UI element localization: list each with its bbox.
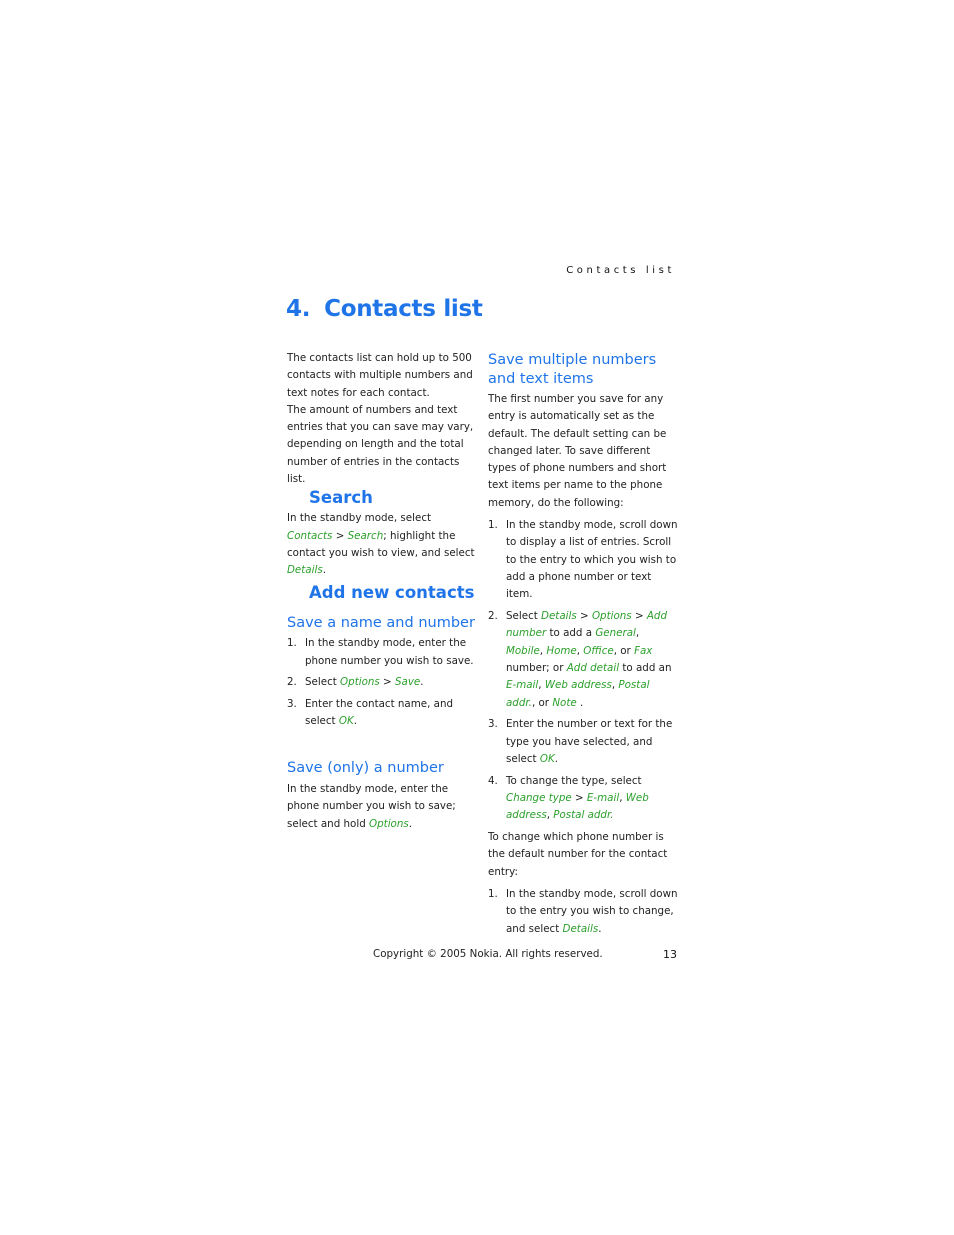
step-number: 1. [287,637,297,650]
step-number: 1. [488,519,498,532]
step: 2. Select Details > Options > Add number … [488,610,672,709]
step: 3. Enter the contact name, and select OK. [287,696,465,731]
step: 1. In the standby mode, scroll down to th… [488,886,678,938]
menu-details: Details [287,564,323,577]
step: 4. To change the type, select Change type… [488,774,649,822]
default-intro: To change which phone number is the defa… [488,831,668,878]
step-number: 3. [287,698,297,711]
menu-web-address: Web address [544,679,612,692]
step: 1. In the standby mode, scroll down to di… [488,517,678,603]
save-only-paragraph: In the standby mode, enter the phone num… [287,781,477,833]
step: 3. Enter the number or text for the type … [488,716,678,768]
chapter-number: 4. [286,296,311,322]
chapter-title-text: Contacts list [324,296,483,322]
save-multiple-intro: The first number you save for any entry … [488,393,667,509]
menu-search: Search [347,529,384,542]
save-name-heading: Save a name and number [287,615,475,632]
save-multiple-section: Save multiple numbers and text items The… [488,351,678,942]
menu-add-detail: Add detail [566,661,620,674]
copyright-footer: Copyright © 2005 Nokia. All rights reser… [373,948,603,960]
separator: > [332,529,348,542]
save-multiple-heading: Save multiple numbers and text items [488,352,657,387]
menu-office: Office [583,644,614,657]
menu-mobile: Mobile [506,644,540,657]
intro-paragraph: The contacts list can hold up to 500 con… [287,352,473,399]
search-section: Search In the standby mode, select Conta… [287,489,477,579]
step-text: Enter the contact name, and select [305,698,454,728]
menu-details: Details [562,922,599,935]
step-text: Enter the number or text for the type yo… [506,718,673,765]
save-only-section: Save (only) a number In the standby mode… [287,759,477,833]
menu-save: Save [394,676,421,689]
step-text: . [598,922,602,935]
menu-options: Options [369,817,409,830]
save-multiple-steps: 1. In the standby mode, scroll down to di… [488,517,678,825]
chapter-title: 4. Contacts list [286,296,483,322]
separator: > [379,676,395,689]
step-number: 2. [287,676,297,689]
step-text: , or [531,696,553,709]
menu-email: E-mail [506,679,539,692]
search-heading: Search [309,488,373,507]
add-new-section: Add new contacts Save a name and number … [287,584,477,735]
menu-options: Options [340,676,380,689]
intro-section: The contacts list can hold up to 500 con… [287,350,477,488]
menu-home: Home [546,644,577,657]
step-text: . [576,696,584,709]
menu-fax: Fax [634,644,653,657]
step-text: To change the type, select [506,774,642,787]
search-paragraph: In the standby mode, select Contacts > S… [287,510,477,579]
step-text: number; or [506,661,567,674]
step-number: 3. [488,718,498,731]
menu-details: Details [541,610,577,623]
menu-options: Options [591,610,632,623]
menu-note: Note [552,696,577,709]
step-text: Select [305,676,341,689]
step-text: Select [506,610,542,623]
step-text: . [554,752,559,765]
step-text: to add an [619,661,672,674]
text: . [408,817,413,830]
step-number: 2. [488,610,498,623]
text: In the standby mode, select [287,512,432,525]
add-new-heading: Add new contacts [309,583,475,602]
menu-ok: OK [338,715,354,728]
page-number: 13 [663,948,677,961]
intro-paragraph: The amount of numbers and text entries t… [287,403,474,486]
step-number: 1. [488,888,498,901]
menu-email: E-mail [586,792,620,805]
step-text: . [420,676,424,689]
default-steps: 1. In the standby mode, scroll down to th… [488,886,678,938]
step-number: 4. [488,774,498,787]
save-only-heading: Save (only) a number [287,760,444,776]
step-text: In the standby mode, scroll down to disp… [506,519,678,601]
menu-contacts: Contacts [287,529,333,542]
menu-postal-addr: Postal addr. [553,809,614,822]
step-text: to add a [546,627,596,640]
step: 1. In the standby mode, enter the phone n… [287,635,477,670]
step: 2. Select Options > Save. [287,674,477,691]
step-text: . [353,715,358,728]
step-text: In the standby mode, enter the phone num… [305,637,474,667]
text: . [322,564,326,577]
save-name-steps: 1. In the standby mode, enter the phone n… [287,635,477,730]
menu-general: General [595,627,636,640]
separator: > [571,792,587,805]
menu-change-type: Change type [506,792,572,805]
step-text: , or [613,644,635,657]
menu-ok: OK [539,752,555,765]
running-head: Contacts list [566,265,675,276]
